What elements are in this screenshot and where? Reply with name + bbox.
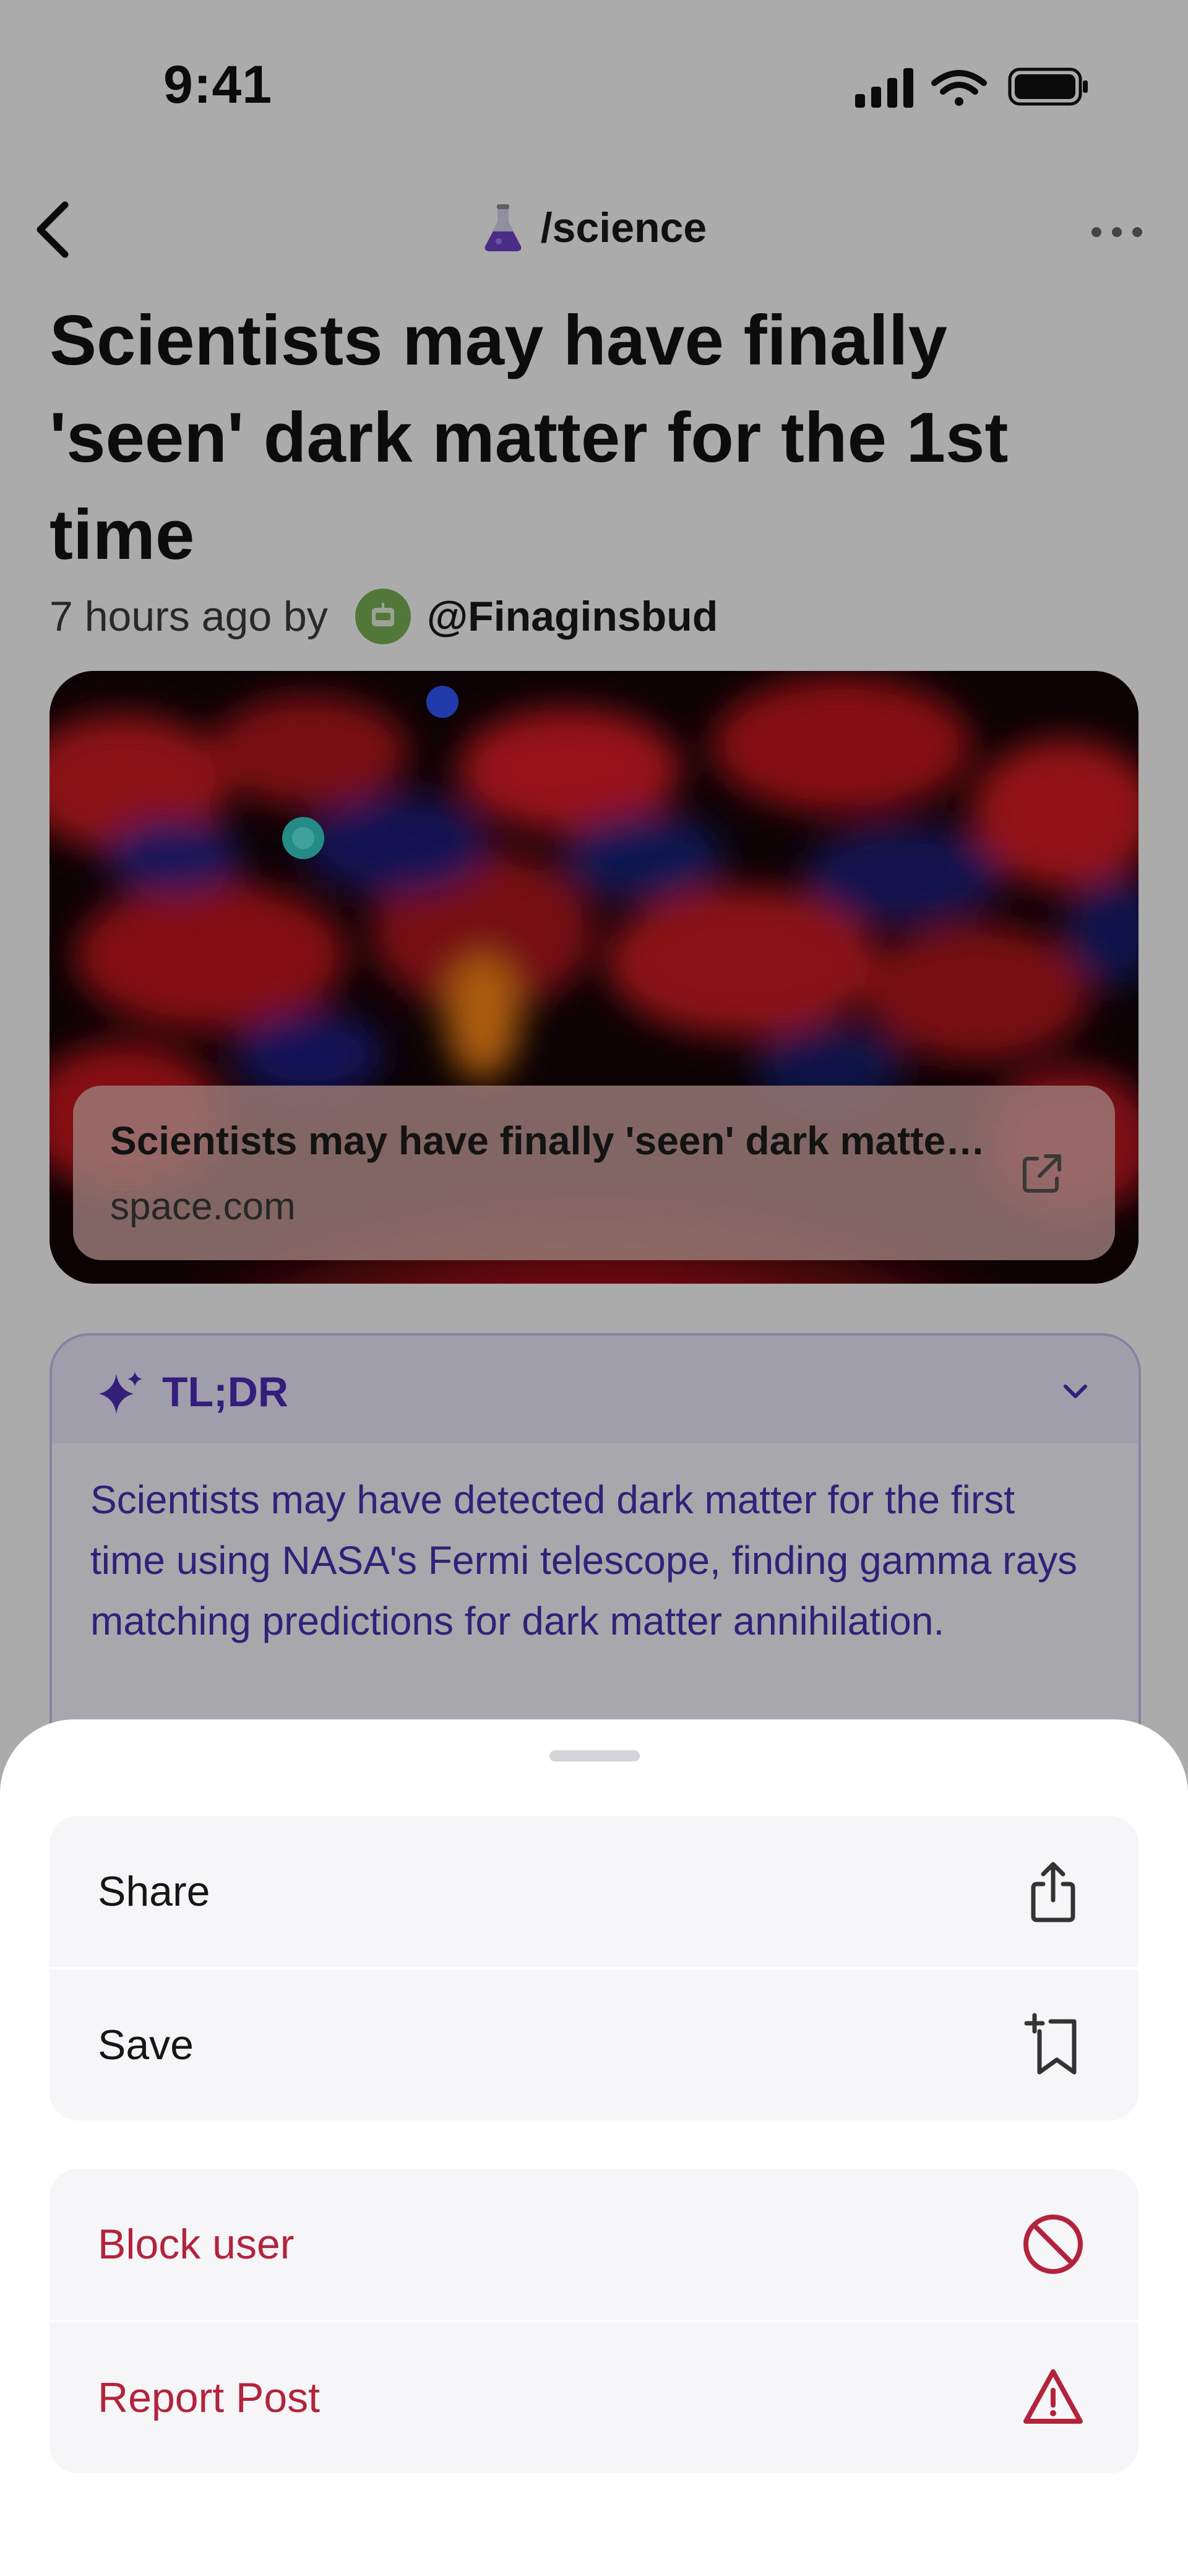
action-sheet: Share Save Block user Report Post [0, 1719, 1188, 2576]
block-icon [1023, 2215, 1083, 2274]
warning-icon [1023, 2369, 1083, 2424]
block-user-label: Block user [98, 2221, 295, 2268]
report-post-button[interactable]: Report Post [50, 2322, 1138, 2473]
save-button[interactable]: Save [50, 1969, 1138, 2120]
share-label: Share [98, 1868, 210, 1915]
share-icon [1031, 1862, 1075, 1922]
save-label: Save [98, 2021, 194, 2068]
action-group-primary: Share Save [50, 1816, 1138, 2120]
report-post-label: Report Post [98, 2374, 321, 2421]
action-group-danger: Block user Report Post [50, 2169, 1138, 2473]
share-button[interactable]: Share [50, 1816, 1138, 1967]
sheet-grabber[interactable] [549, 1750, 640, 1761]
post-screen: 9:41 /science Scientists may have finall… [0, 0, 1188, 2576]
block-user-button[interactable]: Block user [50, 2169, 1138, 2320]
bookmark-add-icon [1024, 2013, 1077, 2075]
